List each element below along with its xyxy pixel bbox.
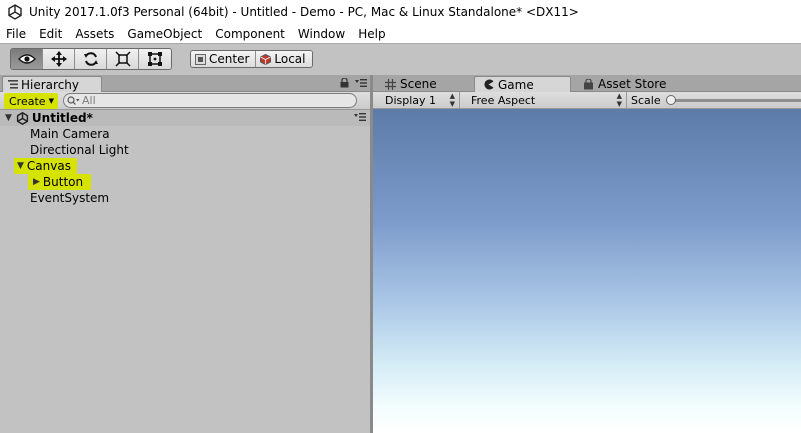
move-tool-button[interactable] bbox=[43, 49, 75, 69]
pivot-local-label: Local bbox=[274, 52, 306, 66]
hierarchy-item-label: Canvas bbox=[26, 159, 71, 173]
highlight-box: ▼ Canvas bbox=[14, 158, 77, 174]
aspect-dropdown[interactable]: Free Aspect ▲ ▼ bbox=[461, 92, 627, 108]
window-title: Unity 2017.1.0f3 Personal (64bit) - Unti… bbox=[29, 5, 579, 19]
unity-scene-icon bbox=[16, 111, 29, 125]
pivot-center-label: Center bbox=[209, 52, 250, 66]
hierarchy-item-label: Button bbox=[42, 175, 84, 189]
rotate-icon bbox=[83, 52, 98, 66]
transform-tools bbox=[10, 48, 172, 70]
game-view-panel: Scene Game Asset Store Display 1 ▲ ▼ Free… bbox=[373, 75, 801, 433]
tab-hierarchy[interactable]: Hierarchy bbox=[2, 76, 102, 92]
unity-logo-icon bbox=[8, 4, 22, 20]
scale-slider[interactable] bbox=[665, 94, 801, 105]
asset-store-tab-label: Asset Store bbox=[598, 77, 667, 91]
hierarchy-tab-label: Hierarchy bbox=[21, 77, 80, 92]
scale-control: Scale bbox=[625, 92, 801, 108]
hierarchy-item-label: Directional Light bbox=[30, 143, 129, 157]
tab-scene[interactable]: Scene bbox=[377, 76, 473, 92]
tab-game[interactable]: Game bbox=[474, 76, 571, 92]
move-arrows-icon bbox=[50, 51, 67, 67]
search-input[interactable] bbox=[82, 94, 322, 107]
scale-icon bbox=[114, 51, 131, 67]
title-bar: Unity 2017.1.0f3 Personal (64bit) - Unti… bbox=[0, 0, 801, 24]
game-tab-label: Game bbox=[498, 77, 534, 92]
game-viewport[interactable] bbox=[373, 109, 801, 433]
hierarchy-item-canvas[interactable]: ▼ Canvas bbox=[0, 158, 370, 174]
scene-menu-icon[interactable] bbox=[354, 112, 366, 122]
hierarchy-item-label: EventSystem bbox=[30, 191, 110, 205]
menu-assets[interactable]: Assets bbox=[69, 27, 121, 41]
view-tool-button[interactable] bbox=[11, 49, 43, 69]
pivot-controls: Center Local bbox=[190, 50, 313, 68]
hierarchy-item-directional-light[interactable]: Directional Light bbox=[0, 142, 370, 158]
menu-edit[interactable]: Edit bbox=[33, 27, 69, 41]
search-icon bbox=[67, 95, 80, 105]
scale-tool-button[interactable] bbox=[107, 49, 139, 69]
scale-label: Scale bbox=[631, 93, 661, 107]
expand-open-icon[interactable]: ▼ bbox=[17, 161, 24, 171]
eye-icon bbox=[17, 54, 36, 64]
rect-icon bbox=[148, 52, 162, 66]
hierarchy-item-main-camera[interactable]: Main Camera bbox=[0, 126, 370, 142]
expand-open-icon[interactable]: ▼ bbox=[5, 113, 12, 123]
scale-slider-knob[interactable] bbox=[665, 94, 676, 105]
display-value: Display 1 bbox=[385, 93, 437, 107]
hierarchy-panel: Hierarchy Create ▼ ▼ bbox=[0, 75, 370, 433]
rect-tool-button[interactable] bbox=[139, 49, 171, 69]
shopping-bag-icon bbox=[584, 78, 593, 89]
scene-tab-label: Scene bbox=[400, 77, 437, 91]
game-toolbar: Display 1 ▲ ▼ Free Aspect ▲ ▼ Scale bbox=[373, 92, 801, 109]
grid-icon bbox=[385, 78, 396, 90]
updown-arrow-icon: ▲ ▼ bbox=[449, 92, 455, 108]
pacman-icon bbox=[484, 79, 494, 90]
menu-bar: File Edit Assets GameObject Component Wi… bbox=[0, 24, 801, 43]
tab-asset-store[interactable]: Asset Store bbox=[579, 76, 689, 92]
hierarchy-tree: Main Camera Directional Light ▼ Canvas ▶… bbox=[0, 126, 370, 206]
highlight-box: ▶ Button bbox=[28, 174, 92, 190]
hierarchy-item-button[interactable]: ▶ Button bbox=[0, 174, 370, 190]
create-button[interactable]: Create ▼ bbox=[4, 93, 58, 109]
list-icon bbox=[8, 80, 18, 89]
hierarchy-tab-row: Hierarchy bbox=[0, 75, 370, 92]
menu-window[interactable]: Window bbox=[292, 27, 352, 41]
menu-help[interactable]: Help bbox=[352, 27, 392, 41]
aspect-value: Free Aspect bbox=[471, 93, 536, 107]
scene-name: Untitled* bbox=[31, 111, 93, 125]
updown-arrow-icon: ▲ ▼ bbox=[616, 92, 622, 108]
expand-closed-icon[interactable]: ▶ bbox=[33, 177, 40, 187]
display-dropdown[interactable]: Display 1 ▲ ▼ bbox=[373, 92, 460, 108]
menu-file[interactable]: File bbox=[0, 27, 33, 41]
pivot-center-icon bbox=[195, 53, 206, 65]
rotate-tool-button[interactable] bbox=[75, 49, 107, 69]
hierarchy-item-eventsystem[interactable]: EventSystem bbox=[0, 190, 370, 206]
hierarchy-search[interactable] bbox=[63, 93, 357, 108]
menu-gameobject[interactable]: GameObject bbox=[121, 27, 209, 41]
pivot-local-button[interactable]: Local bbox=[256, 51, 312, 67]
pivot-local-icon bbox=[260, 53, 272, 65]
dropdown-arrow-icon: ▼ bbox=[48, 97, 54, 105]
view-tab-row: Scene Game Asset Store bbox=[373, 75, 801, 92]
scene-header-row[interactable]: ▼ Untitled* bbox=[0, 110, 370, 126]
hierarchy-item-label: Main Camera bbox=[30, 127, 110, 141]
hierarchy-toolbar: Create ▼ bbox=[0, 92, 370, 110]
menu-component[interactable]: Component bbox=[209, 27, 292, 41]
lock-icon[interactable] bbox=[340, 78, 349, 88]
panel-menu-icon[interactable] bbox=[355, 78, 367, 88]
main-toolbar: Center Local bbox=[0, 43, 801, 75]
create-button-label: Create bbox=[9, 94, 46, 108]
pivot-center-button[interactable]: Center bbox=[191, 51, 257, 67]
